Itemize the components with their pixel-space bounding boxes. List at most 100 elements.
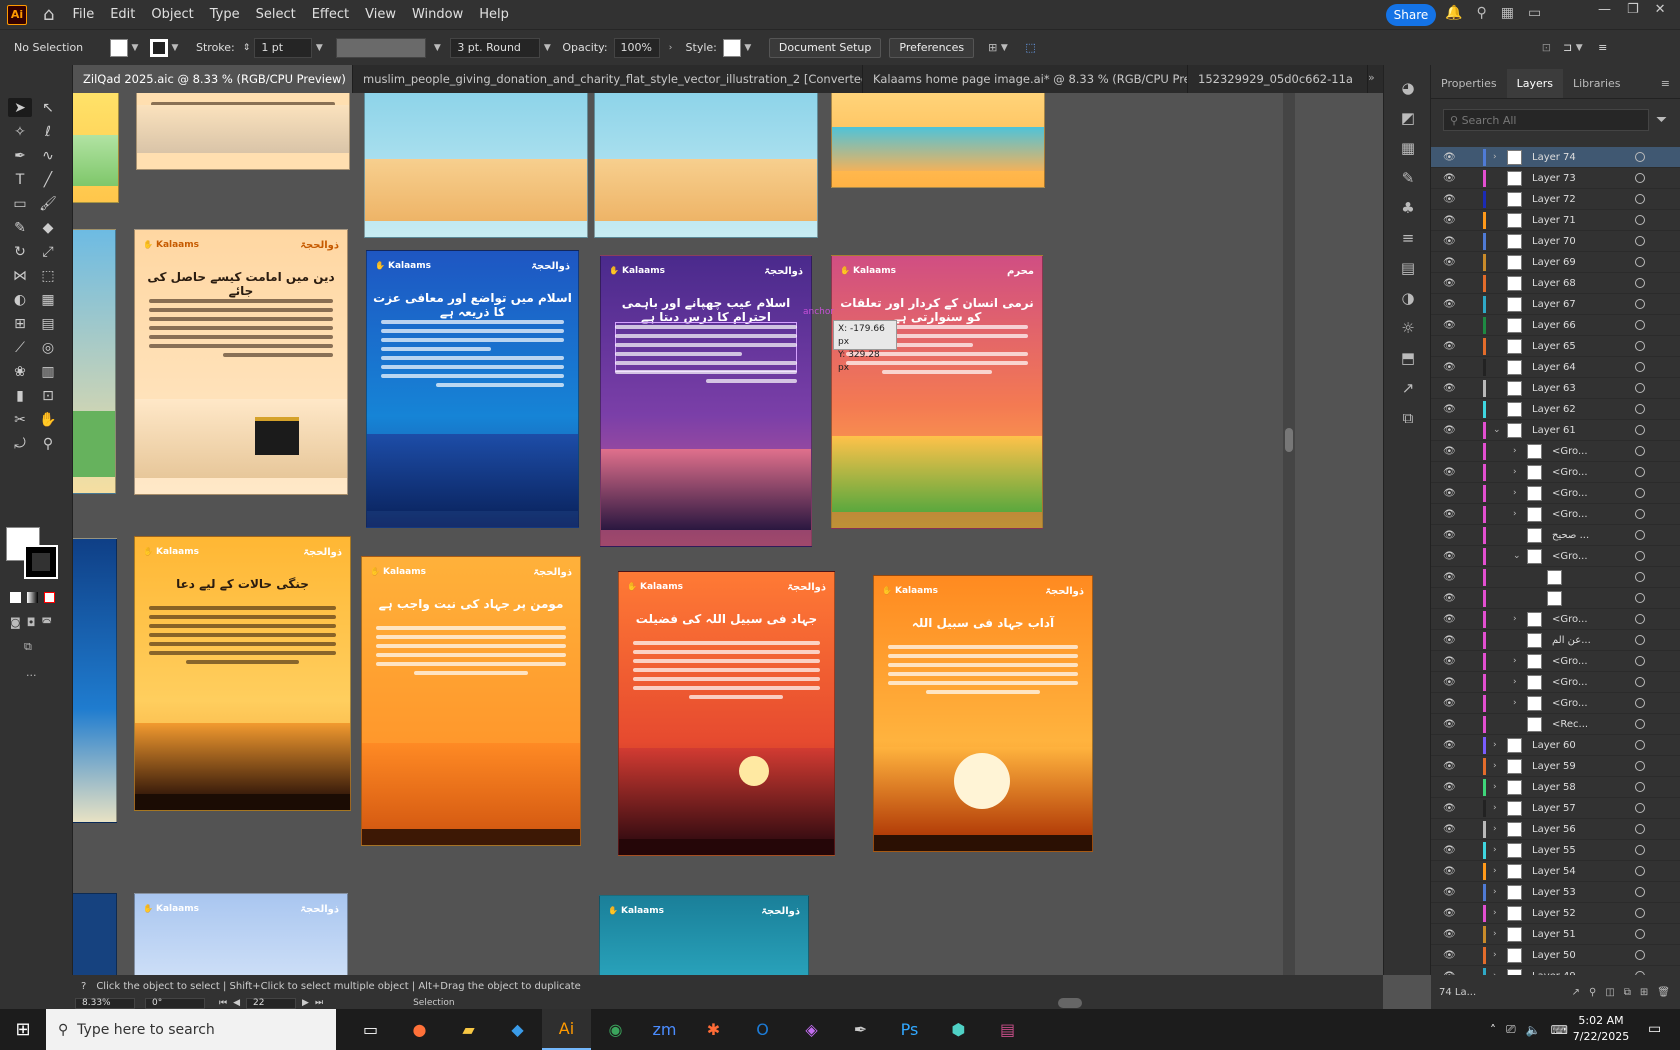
menu-window[interactable]: Window [412,7,463,22]
eyedropper-icon[interactable]: ⟋ [8,338,32,357]
graphic-styles-icon[interactable]: ⬒ [1384,343,1432,373]
menu-file[interactable]: File [72,7,94,22]
expand-toggle-icon[interactable]: ⌄ [1513,551,1521,561]
layer-row[interactable]: 👁 › Layer 56 [1431,819,1680,840]
scroll-thumb[interactable] [1285,428,1293,452]
prev-artboard-icon[interactable]: ◀ [233,998,240,1008]
visibility-eye-icon[interactable]: 👁 [1443,236,1456,247]
layer-row[interactable]: 👁 صحیح ... [1431,525,1680,546]
more-tools-icon[interactable]: ··· [26,669,37,682]
gradient-tool-icon[interactable]: ▤ [36,314,60,333]
new-layer-icon[interactable]: ⊞ [1640,987,1648,998]
chevron-down-icon[interactable]: ▼ [430,43,444,53]
lasso-icon[interactable]: ℓ [36,122,60,141]
zoom-icon[interactable]: zm [640,1009,689,1050]
menu-icon[interactable]: ≡ [1598,41,1607,54]
transparency-icon[interactable]: ◑ [1384,283,1432,313]
layer-row[interactable]: 👁 › Layer 55 [1431,840,1680,861]
horizontal-scroll-thumb[interactable] [1058,998,1082,1008]
expand-toggle-icon[interactable]: › [1493,824,1497,834]
artboard[interactable] [594,93,818,238]
target-circle-icon[interactable] [1635,572,1645,582]
artboard-canvas[interactable]: Kalaamsذوالحجۃ دین میں امامت کیسے حاصل ک… [73,93,1383,975]
visibility-eye-icon[interactable]: 👁 [1443,782,1456,793]
target-circle-icon[interactable] [1635,698,1645,708]
panel-menu-icon[interactable]: ≡ [1651,69,1680,98]
target-circle-icon[interactable] [1635,635,1645,645]
export-layer-icon[interactable]: ↗ [1572,987,1580,998]
volume-icon[interactable]: 🔈 [1526,1023,1541,1037]
locate-object-icon[interactable]: ⚲ [1589,987,1596,998]
target-circle-icon[interactable] [1635,551,1645,561]
target-circle-icon[interactable] [1635,908,1645,918]
target-circle-icon[interactable] [1635,719,1645,729]
color-panel-icon[interactable]: ◕ [1384,73,1432,103]
shape-builder-icon[interactable]: ◐ [8,290,32,309]
target-circle-icon[interactable] [1635,950,1645,960]
fill-swatch[interactable] [110,38,128,57]
visibility-eye-icon[interactable]: 👁 [1443,509,1456,520]
expand-toggle-icon[interactable]: › [1493,887,1497,897]
artboard[interactable]: Kalaamsذوالحجۃ دین میں امامت کیسے حاصل ک… [134,229,348,495]
layer-row[interactable]: 👁 Layer 72 [1431,189,1680,210]
first-artboard-icon[interactable]: ⏮ [219,998,227,1008]
layer-row[interactable]: 👁 Layer 63 [1431,378,1680,399]
expand-toggle-icon[interactable]: › [1493,866,1497,876]
layer-row[interactable]: 👁 Layer 64 [1431,357,1680,378]
color-mode-icon[interactable] [10,592,21,603]
gradient-mode-icon[interactable] [27,592,38,603]
layer-row[interactable]: 👁 <Rec... [1431,714,1680,735]
visibility-eye-icon[interactable]: 👁 [1443,404,1456,415]
expand-toggle-icon[interactable]: › [1493,782,1497,792]
layer-row[interactable]: 👁 › Layer 51 [1431,924,1680,945]
paintbrush-icon[interactable]: 🖌 [36,194,60,213]
draw-inside-icon[interactable]: ◚ [41,616,52,629]
target-circle-icon[interactable] [1635,677,1645,687]
layer-row[interactable]: 👁 › <Gro... [1431,483,1680,504]
target-circle-icon[interactable] [1635,488,1645,498]
menu-edit[interactable]: Edit [110,7,135,22]
artboard[interactable] [73,229,116,494]
layer-row[interactable]: 👁 عن الم... [1431,630,1680,651]
affinity-icon[interactable]: ◈ [787,1009,836,1050]
layer-row[interactable]: 👁 › <Gro... [1431,441,1680,462]
network-icon[interactable]: ⎚ [1506,1022,1516,1037]
perspective-grid-icon[interactable]: ▦ [36,290,60,309]
transform-icon[interactable]: ⬚ [1025,41,1035,54]
appearance-icon[interactable]: ☼ [1384,313,1432,343]
chevron-up-icon[interactable]: ˄ [1490,1023,1496,1037]
next-artboard-icon[interactable]: ▶ [302,998,309,1008]
layer-row[interactable]: 👁 Layer 73 [1431,168,1680,189]
layer-row[interactable]: 👁 Layer 67 [1431,294,1680,315]
target-circle-icon[interactable] [1635,761,1645,771]
visibility-eye-icon[interactable]: 👁 [1443,866,1456,877]
shaper-tool-icon[interactable]: ✎ [8,218,32,237]
target-circle-icon[interactable] [1635,299,1645,309]
artboard[interactable] [73,93,119,203]
layer-row[interactable]: 👁 › Layer 53 [1431,882,1680,903]
draw-normal-icon[interactable]: ◙ [10,616,21,629]
archive-app-icon[interactable]: ▤ [983,1009,1032,1050]
chrome-icon[interactable]: ◉ [591,1009,640,1050]
expand-toggle-icon[interactable]: › [1513,677,1517,687]
target-circle-icon[interactable] [1635,530,1645,540]
tab-zilqad[interactable]: ZilQad 2025.aic @ 8.33 % (RGB/CPU Previe… [73,65,353,93]
visibility-eye-icon[interactable]: 👁 [1443,278,1456,289]
visibility-eye-icon[interactable]: 👁 [1443,656,1456,667]
target-circle-icon[interactable] [1635,614,1645,624]
graphic-style-swatch[interactable] [722,38,741,57]
expand-toggle-icon[interactable]: › [1493,152,1497,162]
stroke-swatch[interactable] [24,545,58,579]
visibility-eye-icon[interactable]: 👁 [1443,677,1456,688]
target-circle-icon[interactable] [1635,341,1645,351]
artboard[interactable]: Kalaams ذوالحجۃ آداب جہاد فی سبیل اللہ [873,575,1093,852]
target-circle-icon[interactable] [1635,824,1645,834]
zoom-tool-icon[interactable]: ⚲ [36,434,60,453]
layer-row[interactable]: 👁 Layer 66 [1431,315,1680,336]
target-circle-icon[interactable] [1635,173,1645,183]
visibility-eye-icon[interactable]: 👁 [1443,635,1456,646]
expand-toggle-icon[interactable]: › [1513,488,1517,498]
stroke-weight-field[interactable]: 1 pt [254,37,313,58]
none-mode-icon[interactable] [44,592,55,603]
layer-row[interactable]: 👁 › Layer 60 [1431,735,1680,756]
